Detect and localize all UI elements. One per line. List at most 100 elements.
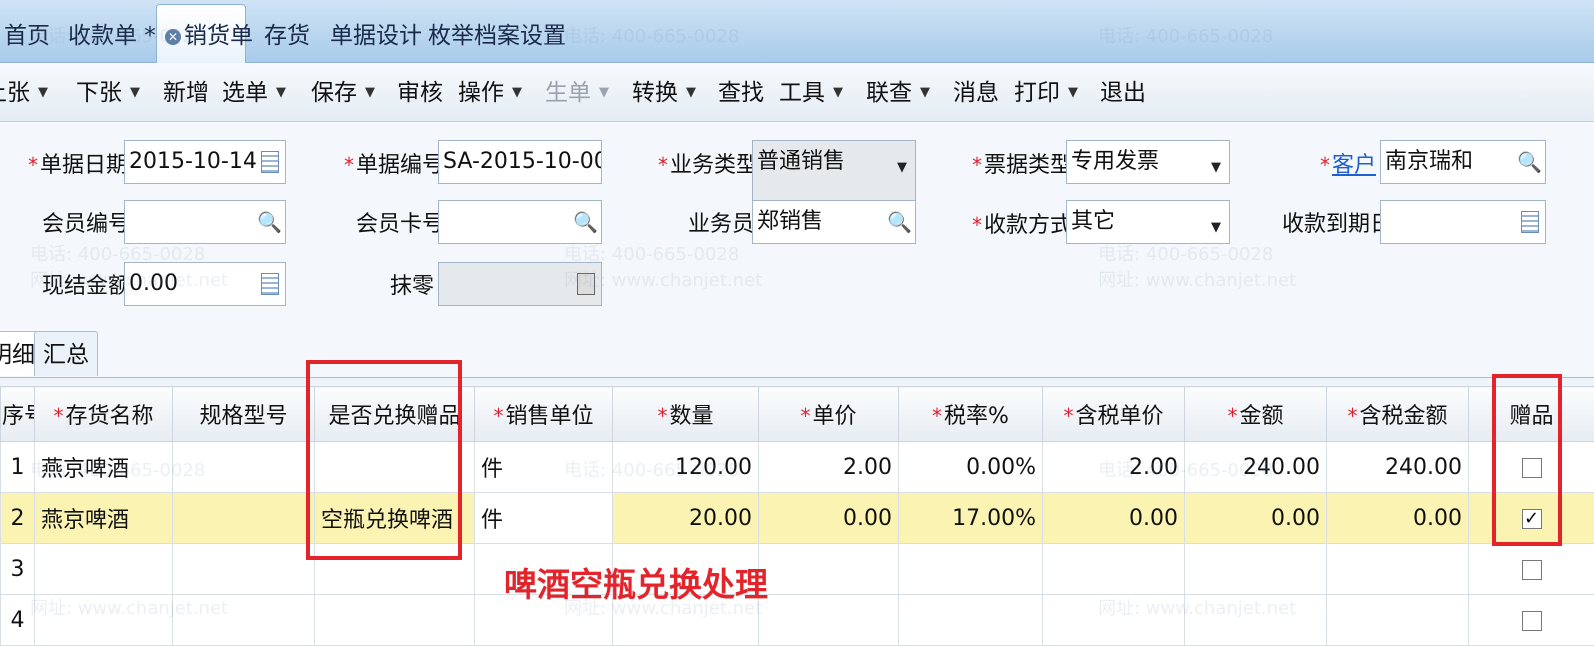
- table-row[interactable]: 2 燕京啤酒 空瓶兑换啤酒 件 20.00 0.00 17.00% 0.00 0…: [1, 493, 1594, 544]
- cell-qty[interactable]: 20.00: [613, 493, 759, 544]
- cell-amount[interactable]: 240.00: [1185, 442, 1327, 493]
- cell-tax-amount[interactable]: [1327, 544, 1469, 595]
- doc-no-field[interactable]: SA-2015-10-0001: [438, 140, 602, 184]
- payment-method-select[interactable]: 其它▼: [1066, 200, 1230, 244]
- customer-field[interactable]: 南京瑞和🔍: [1380, 140, 1546, 184]
- exit-button[interactable]: 退出: [1100, 63, 1146, 121]
- column-header-unit[interactable]: *销售单位: [475, 387, 613, 442]
- member-no-field[interactable]: 🔍: [124, 200, 286, 244]
- chevron-down-icon[interactable]: ▼: [130, 63, 140, 123]
- cell-exchange-gift[interactable]: [315, 595, 475, 646]
- column-header-tax-rate[interactable]: *税率%: [899, 387, 1043, 442]
- customer-link[interactable]: 客户: [1332, 153, 1376, 178]
- cell-tax-rate[interactable]: 0.00%: [899, 442, 1043, 493]
- cell-qty[interactable]: 120.00: [613, 442, 759, 493]
- save-button[interactable]: 保存▼: [311, 63, 375, 121]
- column-header-name[interactable]: *存货名称: [35, 387, 173, 442]
- cell-price[interactable]: [759, 595, 899, 646]
- column-header-price[interactable]: *单价: [759, 387, 899, 442]
- tab-sales-delivery[interactable]: ✕销货单: [156, 4, 246, 63]
- cell-tax-amount[interactable]: [1327, 595, 1469, 646]
- cell-name[interactable]: [35, 595, 173, 646]
- cell-price[interactable]: 2.00: [759, 442, 899, 493]
- generate-doc-button[interactable]: 生单▼: [545, 63, 609, 121]
- close-icon[interactable]: ✕: [165, 29, 181, 45]
- cell-spec[interactable]: [173, 595, 315, 646]
- table-row[interactable]: 1 燕京啤酒 件 120.00 2.00 0.00% 2.00 240.00 2…: [1, 442, 1594, 493]
- column-header-amount[interactable]: *金额: [1185, 387, 1327, 442]
- operation-button[interactable]: 操作▼: [458, 63, 522, 121]
- due-date-field[interactable]: [1380, 200, 1546, 244]
- cell-spec[interactable]: [173, 544, 315, 595]
- cell-tax-price[interactable]: 0.00: [1043, 493, 1185, 544]
- chevron-down-icon[interactable]: ▼: [1211, 207, 1221, 244]
- message-button[interactable]: 消息: [953, 63, 999, 121]
- chevron-down-icon[interactable]: ▼: [276, 63, 286, 123]
- column-header-spec[interactable]: 规格型号: [173, 387, 315, 442]
- cell-unit[interactable]: 件: [475, 442, 613, 493]
- search-icon[interactable]: 🔍: [1517, 149, 1541, 175]
- print-button[interactable]: 打印▼: [1014, 63, 1078, 121]
- member-card-field[interactable]: 🔍: [438, 200, 602, 244]
- approve-button[interactable]: 审核: [397, 63, 443, 121]
- cell-amount[interactable]: [1185, 544, 1327, 595]
- gift-checkbox[interactable]: [1522, 560, 1542, 580]
- calendar-icon[interactable]: [261, 151, 279, 173]
- chevron-down-icon[interactable]: ▼: [1068, 63, 1078, 123]
- chevron-down-icon[interactable]: ▼: [512, 63, 522, 123]
- chevron-down-icon[interactable]: ▼: [38, 63, 48, 123]
- tab-home[interactable]: 首页: [4, 8, 50, 60]
- tab-receipt[interactable]: 收款单 *: [68, 8, 156, 60]
- tab-document-design[interactable]: 单据设计: [330, 8, 422, 60]
- find-button[interactable]: 查找: [718, 63, 764, 121]
- cell-price[interactable]: 0.00: [759, 493, 899, 544]
- invoice-type-select[interactable]: 专用发票▼: [1066, 140, 1230, 184]
- rounding-field[interactable]: [438, 262, 602, 306]
- cell-tax-rate[interactable]: 17.00%: [899, 493, 1043, 544]
- convert-button[interactable]: 转换▼: [632, 63, 696, 121]
- prev-record-button[interactable]: 上张▼: [0, 63, 48, 121]
- cell-tax-rate[interactable]: [899, 544, 1043, 595]
- search-icon[interactable]: 🔍: [887, 209, 911, 235]
- column-header-tax-price[interactable]: *含税单价: [1043, 387, 1185, 442]
- cell-tax-price[interactable]: [1043, 544, 1185, 595]
- chevron-down-icon[interactable]: ▼: [1211, 147, 1221, 184]
- cell-tax-price[interactable]: 2.00: [1043, 442, 1185, 493]
- chevron-down-icon[interactable]: ▼: [365, 63, 375, 123]
- tab-enum-settings[interactable]: 枚举档案设置: [428, 8, 566, 60]
- cell-spec[interactable]: [173, 442, 315, 493]
- tab-summary[interactable]: 汇总: [34, 331, 98, 376]
- cell-name[interactable]: 燕京啤酒: [35, 442, 173, 493]
- column-header-seq[interactable]: 序号: [1, 387, 35, 442]
- table-row[interactable]: 3: [1, 544, 1594, 595]
- search-icon[interactable]: 🔍: [257, 209, 281, 235]
- column-header-tax-amount[interactable]: *含税金额: [1327, 387, 1469, 442]
- cell-tax-rate[interactable]: [899, 595, 1043, 646]
- calculator-icon[interactable]: [577, 273, 595, 295]
- chevron-down-icon[interactable]: ▼: [686, 63, 696, 123]
- chevron-down-icon[interactable]: ▼: [833, 63, 843, 123]
- cash-amount-field[interactable]: 0.00: [124, 262, 286, 306]
- chevron-down-icon[interactable]: ▼: [897, 147, 907, 189]
- cell-spec[interactable]: [173, 493, 315, 544]
- next-record-button[interactable]: 下张▼: [76, 63, 140, 121]
- cell-unit[interactable]: 件: [475, 493, 613, 544]
- calculator-icon[interactable]: [261, 273, 279, 295]
- chevron-down-icon[interactable]: ▼: [920, 63, 930, 123]
- chevron-down-icon[interactable]: ▼: [599, 63, 609, 123]
- cell-amount[interactable]: 0.00: [1185, 493, 1327, 544]
- customer-label[interactable]: *客户: [1320, 148, 1376, 182]
- cell-price[interactable]: [759, 544, 899, 595]
- calendar-icon[interactable]: [1521, 211, 1539, 233]
- linked-query-button[interactable]: 联查▼: [866, 63, 930, 121]
- cell-name[interactable]: 燕京啤酒: [35, 493, 173, 544]
- table-row[interactable]: 4: [1, 595, 1594, 646]
- tools-button[interactable]: 工具▼: [779, 63, 843, 121]
- new-button[interactable]: 新增: [163, 63, 209, 121]
- cell-tax-amount[interactable]: 0.00: [1327, 493, 1469, 544]
- select-doc-button[interactable]: 选单▼: [222, 63, 286, 121]
- cell-tax-amount[interactable]: 240.00: [1327, 442, 1469, 493]
- salesperson-field[interactable]: 郑销售🔍: [752, 200, 916, 244]
- doc-date-field[interactable]: 2015-10-14: [124, 140, 286, 184]
- tab-inventory[interactable]: 存货: [264, 8, 310, 60]
